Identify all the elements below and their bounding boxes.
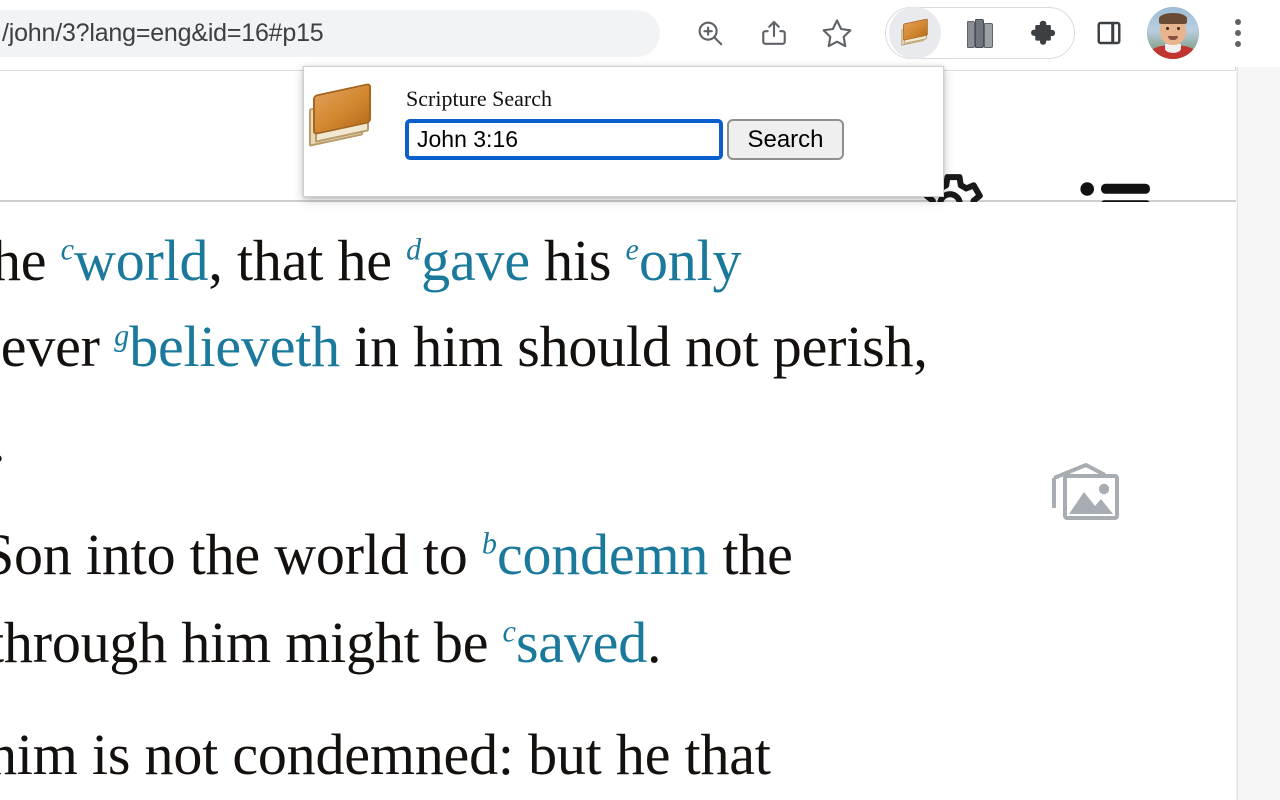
verse-line: through him might be csaved. (0, 609, 661, 676)
verse-line: Son into the world to bcondemn the (0, 521, 793, 588)
verse-text: , that he (208, 228, 406, 293)
zoom-icon[interactable] (684, 7, 736, 59)
bookmark-star-icon[interactable] (811, 7, 863, 59)
footnote-marker[interactable]: g (114, 319, 129, 353)
verse-text: oever (0, 314, 114, 379)
footnote-marker[interactable]: c (61, 233, 74, 267)
verse-text: his (530, 228, 626, 293)
scripture-search-extension-icon[interactable] (889, 7, 941, 59)
verse-text: him is not condemned: but he that (0, 722, 771, 787)
browser-toolbar: /john/3?lang=eng&id=16#p15 (0, 0, 1280, 67)
scripture-link[interactable]: gave (421, 228, 530, 293)
verse-line: oever gbelieveth in him should not peris… (0, 313, 928, 380)
search-button[interactable]: Search (727, 119, 844, 160)
verse-line: him is not condemned: but he that (0, 721, 771, 788)
scripture-reader: he cworld, that he dgave his eonly oever… (0, 202, 1236, 800)
verse-line: . (0, 408, 5, 475)
page-scrollbar-gutter[interactable] (1237, 67, 1280, 800)
scripture-link[interactable]: world (74, 228, 208, 293)
verse-text: . (647, 610, 661, 675)
orange-book-icon (901, 20, 930, 46)
footnote-marker[interactable]: e (626, 233, 639, 267)
footnote-marker[interactable]: b (482, 527, 497, 561)
address-bar-url: /john/3?lang=eng&id=16#p15 (0, 19, 324, 48)
avatar-eye-left (1166, 27, 1169, 30)
verse-line: he cworld, that he dgave his eonly (0, 227, 741, 294)
media-images-icon[interactable] (1045, 460, 1125, 526)
scripture-link[interactable]: condemn (497, 522, 708, 587)
verse-text: Son into the world to (0, 522, 482, 587)
scripture-link[interactable]: saved (516, 610, 647, 675)
library-extension-icon[interactable] (955, 7, 1007, 59)
avatar-hair (1159, 13, 1187, 24)
scripture-search-input[interactable] (405, 119, 723, 160)
avatar-eye-right (1177, 27, 1180, 30)
address-bar[interactable]: /john/3?lang=eng&id=16#p15 (0, 10, 660, 57)
avatar-collar (1165, 44, 1181, 53)
extensions-puzzle-icon[interactable] (1019, 7, 1071, 59)
scripture-link[interactable]: only (639, 228, 741, 293)
verse-text: in him should not perish, (340, 314, 928, 379)
verse-text: . (0, 409, 5, 474)
footnote-marker[interactable]: d (406, 233, 421, 267)
side-panel-icon[interactable] (1083, 7, 1135, 59)
chrome-menu-icon[interactable] (1215, 7, 1261, 59)
verse-text: he (0, 228, 61, 293)
gray-books-icon (967, 18, 995, 48)
verse-text: the (708, 522, 793, 587)
verse-text: through him might be (0, 610, 503, 675)
footnote-marker[interactable]: c (503, 615, 516, 649)
share-icon[interactable] (748, 7, 800, 59)
avatar[interactable] (1147, 7, 1199, 59)
popup-orange-book-icon (322, 101, 392, 163)
popup-title: Scripture Search (406, 86, 552, 112)
scripture-link[interactable]: believeth (129, 314, 340, 379)
